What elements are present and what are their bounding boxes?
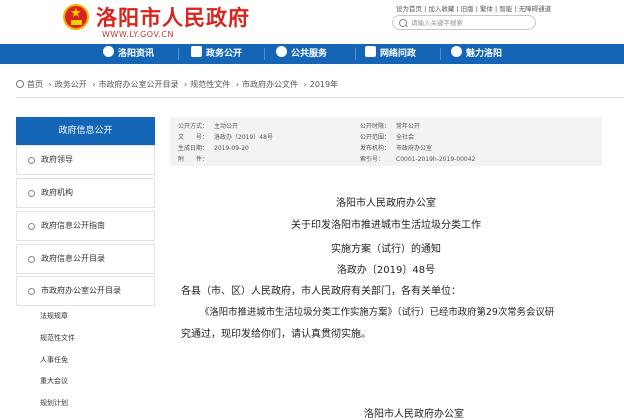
bullet-icon xyxy=(28,223,35,230)
site-title[interactable]: 洛阳市人民政府 xyxy=(96,2,250,32)
sidebar-subitem-meetings[interactable]: 重大会议 xyxy=(40,376,68,386)
site-header: ★ 洛阳市人民政府 WWW.LY.GOV.CN 设为首页 | 加入收藏 | 旧版… xyxy=(0,0,624,44)
document-title-line: 实施方案（试行）的通知 xyxy=(331,244,441,255)
bullet-icon xyxy=(28,157,35,164)
site-url: WWW.LY.GOV.CN xyxy=(102,30,174,39)
top-links: 设为首页 | 加入收藏 | 旧版 | 繁体 | 智能 | 无障碍通道 xyxy=(396,5,552,13)
sidebar-item-catalog[interactable]: 政府信息公开目录 xyxy=(16,244,155,274)
breadcrumb-divider xyxy=(16,97,624,98)
document-body-line: 《洛阳市推进城市生活垃圾分类工作实施方案》（试行）已经市政府第29次常务会议研 xyxy=(200,307,555,318)
bullet-icon xyxy=(28,256,35,263)
old-version-link[interactable]: 旧版 xyxy=(461,5,474,13)
meta-row: 公开时限： 常年公开 xyxy=(360,123,421,130)
sidebar-item-office-catalog[interactable]: 市政府办公室公开目录 xyxy=(16,276,155,306)
sidebar-item-guide[interactable]: 政府信息公开指南 xyxy=(16,211,155,241)
nav-item-charm-luoyang[interactable]: 魅力洛阳 xyxy=(451,44,502,64)
landmark-icon xyxy=(451,46,462,57)
traditional-link[interactable]: 繁体 xyxy=(480,5,493,13)
document-icon xyxy=(191,46,202,57)
breadcrumb-office-catalog[interactable]: 市政府办公室公开目录 xyxy=(99,80,179,89)
main-nav: 洛阳资讯 政务公开 公共服务 网络问政 魅力洛阳 xyxy=(0,44,624,64)
nav-divider xyxy=(440,48,441,60)
document-body-line: 究通过，现印发给你们，请认真贯彻实施。 xyxy=(181,329,371,340)
meta-row: 发布机构： 市政府办公室 xyxy=(360,145,433,152)
smart-link[interactable]: 智能 xyxy=(499,5,512,13)
home-icon xyxy=(16,80,24,88)
set-homepage-link[interactable]: 设为首页 xyxy=(396,5,422,13)
bullet-icon xyxy=(28,288,35,295)
search-input[interactable] xyxy=(411,17,521,28)
people-icon xyxy=(276,46,287,57)
metadata-table: 公开方式： 主动公开 文 号： 洛政办〔2019〕48号 生成日期： 2019-09-… xyxy=(170,117,602,166)
monitor-icon xyxy=(365,46,376,57)
bullet-icon xyxy=(28,190,35,197)
sidebar-subitem-normative-docs[interactable]: 规范性文件 xyxy=(40,333,75,343)
sidebar-item-leaders[interactable]: 政府领导 xyxy=(16,145,155,175)
document-recipients: 各县（市、区）人民政府，市人民政府有关部门，各有关单位： xyxy=(181,286,461,297)
accessibility-link[interactable]: 无障碍通道 xyxy=(519,5,552,13)
breadcrumb-office-docs[interactable]: 市政府办公文件 xyxy=(242,80,298,89)
document-title-line: 关于印发洛阳市推进城市生活垃圾分类工作 xyxy=(291,220,481,231)
national-emblem-icon: ★ xyxy=(63,4,89,30)
breadcrumb-normative-docs[interactable]: 规范性文件 xyxy=(190,80,230,89)
home-icon xyxy=(103,46,114,57)
sidebar-subitem-personnel[interactable]: 人事任免 xyxy=(40,355,68,365)
nav-item-news[interactable]: 洛阳资讯 xyxy=(103,44,154,64)
nav-item-public-service[interactable]: 公共服务 xyxy=(276,44,327,64)
breadcrumb-home[interactable]: 首页 xyxy=(27,80,43,89)
sidebar-header: 政府信息公开 xyxy=(16,117,155,145)
sidebar-subitem-regulations[interactable]: 法规规章 xyxy=(40,311,68,321)
document-number: 洛政办〔2019〕48号 xyxy=(336,265,436,276)
meta-row: 生成日期： 2019-09-20 xyxy=(178,145,249,152)
document-issuer: 洛阳市人民政府办公室 xyxy=(336,198,436,209)
search-icon[interactable] xyxy=(399,19,407,27)
search-box[interactable] xyxy=(392,15,536,30)
breadcrumb-gov-affairs[interactable]: 政务公开 xyxy=(55,80,87,89)
meta-row: 公开方式： 主动公开 xyxy=(178,123,239,130)
sidebar-subitem-plans[interactable]: 规划计划 xyxy=(40,398,68,408)
nav-item-gov-affairs[interactable]: 政务公开 xyxy=(191,44,242,64)
add-favorite-link[interactable]: 加入收藏 xyxy=(428,5,454,13)
meta-row: 索引号： C0001-2019h-2019-00042 xyxy=(360,156,476,163)
meta-row: 文 号： 洛政办〔2019〕48号 xyxy=(178,134,273,141)
sidebar-item-agencies[interactable]: 政府机构 xyxy=(16,178,155,208)
nav-divider xyxy=(178,48,179,60)
meta-row: 公开范围： 全社会 xyxy=(360,134,415,141)
meta-row: 附 件： xyxy=(178,156,209,163)
breadcrumb: 首页 › 政务公开 › 市政府办公室公开目录 › 规范性文件 › 市政府办公文件 › 20… xyxy=(16,79,338,90)
nav-divider xyxy=(264,48,265,60)
nav-item-online-inquiry[interactable]: 网络问政 xyxy=(365,44,416,64)
nav-divider xyxy=(355,48,356,60)
breadcrumb-year[interactable]: 2019年 xyxy=(310,80,338,89)
document-signature: 洛阳市人民政府办公室 xyxy=(364,409,464,420)
